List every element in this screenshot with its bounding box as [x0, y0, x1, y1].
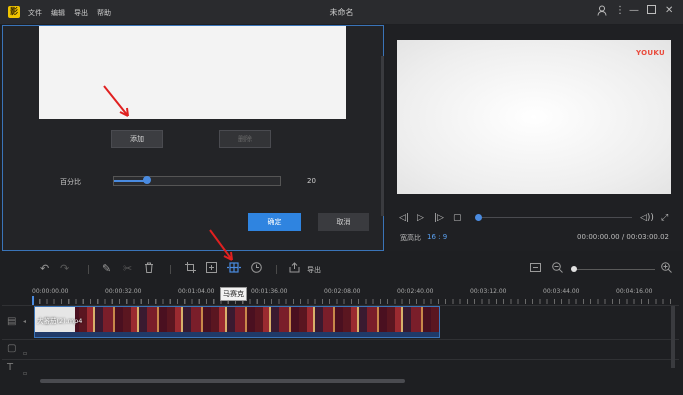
play-icon[interactable]: ▷ — [417, 213, 424, 223]
undo-icon[interactable]: ↶ — [40, 262, 49, 275]
cut-icon[interactable]: ✂ — [123, 262, 132, 275]
prev-frame-icon[interactable]: ◁| — [399, 213, 409, 223]
ruler-label: 00:02:40.00 — [397, 288, 434, 295]
mosaic-tooltip: 马赛克 — [220, 287, 247, 301]
track-lock-icon[interactable]: ▫ — [23, 350, 27, 357]
zoom-slider[interactable] — [575, 269, 655, 270]
mosaic-editor-panel: 添加 删除 百分比 20 确定 取消 — [2, 25, 384, 251]
aspect-ratio-label: 宽高比 — [400, 234, 421, 242]
annotation-arrow-add — [103, 85, 129, 117]
resize-icon[interactable] — [206, 262, 217, 276]
editor-preview — [39, 26, 346, 119]
zoom-out-icon[interactable] — [552, 262, 563, 276]
toolbar-divider — [170, 265, 171, 274]
percent-slider-handle[interactable] — [143, 176, 152, 184]
delete-button[interactable]: 删除 — [219, 130, 271, 148]
volume-icon[interactable]: ◁)) — [640, 213, 654, 223]
speed-clock-icon[interactable] — [251, 262, 262, 276]
aspect-ratio-value[interactable]: 16 : 9 — [427, 233, 447, 241]
window-title: 未命名 — [329, 8, 354, 17]
fit-timeline-icon[interactable] — [530, 262, 541, 276]
ruler-label: 00:03:44.00 — [543, 288, 580, 295]
minimize-icon[interactable]: — — [629, 5, 639, 16]
export-label[interactable]: 导出 — [307, 265, 321, 275]
stop-icon[interactable]: ▢ — [453, 213, 462, 223]
edit-toolbar: ↶ ↷ ✎ ✂ 导出 — [2, 256, 683, 282]
playback-time: 00:00:00.00 / 00:03:00.02 — [577, 233, 669, 241]
track-lock-icon[interactable]: ▫ — [23, 370, 27, 377]
video-track-icon: ▤ — [7, 316, 17, 327]
clip-thumbnails — [35, 307, 439, 332]
ruler-ticks — [32, 299, 677, 304]
percent-value: 20 — [307, 177, 316, 185]
video-preview: YOUKU — [397, 40, 671, 194]
percent-label: 百分比 — [60, 178, 81, 186]
clip-name: 大蕃茄(2).mp4 — [37, 317, 83, 325]
text-track-icon: T — [7, 362, 14, 373]
ruler-label: 00:01:36.00 — [251, 288, 288, 295]
ruler-label: 00:03:12.00 — [470, 288, 507, 295]
export-icon[interactable] — [289, 262, 300, 276]
ruler-label: 00:00:32.00 — [105, 288, 142, 295]
pip-track: ▢ ▫ — [2, 339, 679, 359]
text-track: T ▫ — [2, 359, 679, 379]
crop-icon[interactable] — [185, 262, 196, 276]
add-button[interactable]: 添加 — [111, 130, 163, 148]
app-window: 影 文件 编辑 导出 帮助 未命名 ⋮ — ✕ 添加 删除 百分比 20 确定 … — [0, 0, 683, 395]
annotation-arrow-mosaic — [209, 229, 233, 261]
fullscreen-icon[interactable]: ⤢ — [661, 213, 668, 223]
toolbar-divider — [88, 265, 89, 274]
more-menu-icon[interactable]: ⋮ — [615, 5, 625, 16]
playback-progress-bar[interactable] — [482, 217, 632, 218]
next-frame-icon[interactable]: |▷ — [434, 213, 444, 223]
playback-progress-handle[interactable] — [475, 214, 482, 221]
percent-slider[interactable] — [113, 176, 281, 186]
ruler-label: 00:02:08.00 — [324, 288, 361, 295]
redo-icon[interactable]: ↷ — [60, 262, 69, 275]
track-lock-icon[interactable]: ◂ — [23, 318, 26, 325]
close-icon[interactable]: ✕ — [665, 5, 673, 16]
ruler-label: 00:04:16.00 — [616, 288, 653, 295]
playhead[interactable] — [32, 296, 34, 305]
edit-pencil-icon[interactable]: ✎ — [102, 262, 111, 275]
ruler-label: 00:00:00.00 — [32, 288, 69, 295]
zoom-slider-handle[interactable] — [571, 266, 577, 272]
title-bar: 影 文件 编辑 导出 帮助 未命名 ⋮ — ✕ — [0, 0, 683, 24]
mosaic-icon[interactable] — [227, 262, 241, 276]
zoom-in-icon[interactable] — [661, 262, 672, 276]
toolbar-divider — [276, 265, 277, 274]
cancel-button[interactable]: 取消 — [318, 213, 369, 231]
timeline-vertical-scrollbar[interactable] — [671, 306, 675, 368]
ruler-label: 00:01:04.00 — [178, 288, 215, 295]
editor-scrollbar[interactable] — [381, 56, 384, 216]
youku-watermark: YOUKU — [636, 49, 665, 57]
preview-panel: YOUKU ◁| ▷ |▷ ▢ ◁)) ⤢ 宽高比 16 : 9 00:00:0… — [386, 25, 683, 251]
timeline-ruler[interactable]: 00:00:00.00 00:00:32.00 00:01:04.00 00:0… — [32, 285, 677, 305]
maximize-icon[interactable] — [647, 5, 656, 17]
pip-track-icon: ▢ — [7, 343, 17, 354]
video-clip[interactable]: 大蕃茄(2).mp4 — [34, 306, 440, 338]
delete-icon[interactable] — [144, 262, 154, 276]
confirm-button[interactable]: 确定 — [248, 213, 301, 231]
timeline-horizontal-scrollbar[interactable] — [40, 379, 405, 383]
user-icon[interactable] — [597, 5, 607, 19]
